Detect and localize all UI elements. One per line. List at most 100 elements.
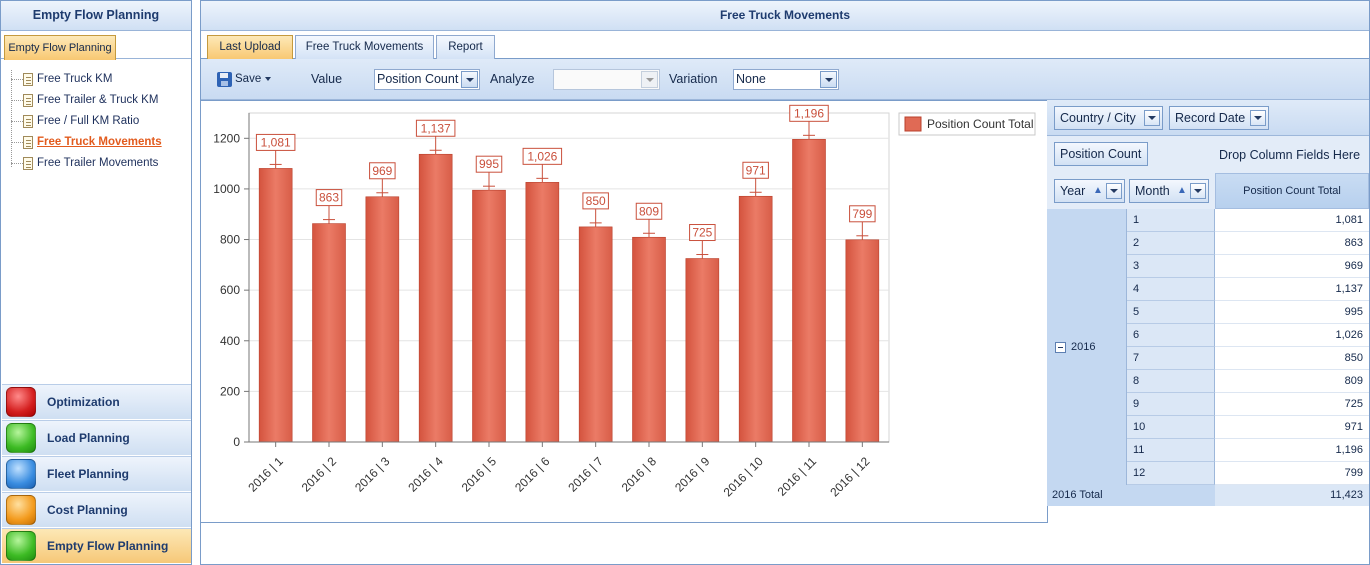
nav-empty-flow-planning[interactable]: Empty Flow Planning bbox=[2, 528, 191, 563]
tab-report[interactable]: Report bbox=[436, 35, 495, 59]
field-position-count[interactable]: Position Count bbox=[1054, 142, 1148, 166]
save-label: Save bbox=[235, 73, 262, 85]
x-tick-label: 2016 | 6 bbox=[512, 454, 553, 495]
nav-load-planning[interactable]: Load Planning bbox=[2, 420, 191, 455]
field-record-date[interactable]: Record Date bbox=[1169, 106, 1269, 130]
table-row[interactable]: 10 971 bbox=[1127, 416, 1369, 439]
save-button[interactable]: Save bbox=[215, 69, 272, 89]
data-label: 971 bbox=[746, 163, 766, 177]
nav-label: Fleet Planning bbox=[47, 467, 130, 481]
table-row[interactable]: 7 850 bbox=[1127, 347, 1369, 370]
report-tree: Free Truck KM Free Trailer & Truck KM Fr… bbox=[1, 59, 191, 174]
x-tick-label: 2016 | 4 bbox=[405, 454, 446, 495]
chevron-down-icon[interactable] bbox=[820, 71, 837, 88]
column-header-position-count-total[interactable]: Position Count Total bbox=[1215, 173, 1369, 209]
filter-dropdown-icon[interactable] bbox=[1144, 110, 1160, 126]
nav-optimization[interactable]: Optimization bbox=[2, 384, 191, 419]
table-row[interactable]: 4 1,137 bbox=[1127, 278, 1369, 301]
tree-line bbox=[11, 79, 23, 80]
chart-legend: Position Count Total bbox=[898, 112, 1036, 136]
bar bbox=[632, 236, 666, 443]
bar bbox=[312, 223, 346, 443]
tab-empty-flow-planning[interactable]: Empty Flow Planning bbox=[4, 35, 116, 60]
table-row[interactable]: 11 1,196 bbox=[1127, 439, 1369, 462]
nav-fleet-planning[interactable]: Fleet Planning bbox=[2, 456, 191, 491]
main-panel: Free Truck Movements Last Upload Free Tr… bbox=[200, 0, 1370, 565]
x-tick-label: 2016 | 7 bbox=[565, 454, 606, 495]
table-row[interactable]: 2 863 bbox=[1127, 232, 1369, 255]
filter-dropdown-icon[interactable] bbox=[1190, 183, 1206, 199]
green-square-icon bbox=[6, 531, 36, 561]
value-cell: 995 bbox=[1215, 301, 1369, 324]
table-row[interactable]: 9 725 bbox=[1127, 393, 1369, 416]
field-country-city[interactable]: Country / City bbox=[1054, 106, 1163, 130]
month-cell: 2 bbox=[1127, 232, 1215, 255]
pivot-filter-area: Country / City Record Date bbox=[1047, 100, 1369, 136]
main-tabstrip: Last Upload Free Truck Movements Report bbox=[201, 31, 1369, 59]
data-label: 1,081 bbox=[261, 135, 291, 149]
data-label: 850 bbox=[586, 194, 606, 208]
pivot-data-area: Position Count Drop Column Fields Here bbox=[1047, 136, 1369, 173]
left-tabstrip: Empty Flow Planning bbox=[1, 31, 191, 60]
tab-last-upload[interactable]: Last Upload bbox=[207, 35, 293, 59]
blue-square-icon bbox=[6, 459, 36, 489]
filter-dropdown-icon[interactable] bbox=[1106, 183, 1122, 199]
value-cell: 1,137 bbox=[1215, 278, 1369, 301]
variation-select-text: None bbox=[736, 72, 766, 86]
nav-cost-planning[interactable]: Cost Planning bbox=[2, 492, 191, 527]
caret-down-icon bbox=[265, 76, 272, 81]
toolbar: Save Value Position Count Analyze Variat… bbox=[201, 59, 1369, 100]
tree-item-free-full-km-ratio[interactable]: Free / Full KM Ratio bbox=[11, 111, 191, 132]
tree-line bbox=[11, 163, 23, 164]
left-panel-title: Empty Flow Planning bbox=[1, 1, 191, 31]
table-row[interactable]: 12 799 bbox=[1127, 462, 1369, 485]
document-icon bbox=[23, 94, 33, 107]
y-tick-label: 200 bbox=[220, 384, 240, 398]
data-label: 1,137 bbox=[421, 121, 451, 135]
month-cell: 3 bbox=[1127, 255, 1215, 278]
x-tick-label: 2016 | 2 bbox=[299, 454, 340, 495]
value-cell: 809 bbox=[1215, 370, 1369, 393]
tree-item-free-truck-movements[interactable]: Free Truck Movements bbox=[11, 132, 191, 153]
tree-item-free-truck-km[interactable]: Free Truck KM bbox=[11, 69, 191, 90]
value-cell: 1,026 bbox=[1215, 324, 1369, 347]
red-square-icon bbox=[6, 387, 36, 417]
table-row[interactable]: 8 809 bbox=[1127, 370, 1369, 393]
legend-swatch bbox=[904, 116, 922, 132]
month-cell: 10 bbox=[1127, 416, 1215, 439]
bar bbox=[845, 239, 880, 443]
table-row[interactable]: 3 969 bbox=[1127, 255, 1369, 278]
tab-free-truck-movements[interactable]: Free Truck Movements bbox=[295, 35, 434, 59]
chevron-down-icon[interactable] bbox=[641, 71, 658, 88]
tree-item-label: Free Truck Movements bbox=[37, 136, 162, 148]
left-panel: Empty Flow Planning Empty Flow Planning … bbox=[0, 0, 192, 565]
field-month[interactable]: Month ▲ bbox=[1129, 179, 1209, 203]
value-select[interactable]: Position Count bbox=[374, 69, 480, 90]
table-row[interactable]: 1 1,081 bbox=[1127, 209, 1369, 232]
y-tick-label: 400 bbox=[220, 334, 240, 348]
month-cell: 9 bbox=[1127, 393, 1215, 416]
tree-item-free-trailer-truck-km[interactable]: Free Trailer & Truck KM bbox=[11, 90, 191, 111]
analyze-select[interactable] bbox=[553, 69, 660, 90]
x-tick-label: 2016 | 3 bbox=[352, 454, 393, 495]
collapse-icon[interactable] bbox=[1055, 342, 1066, 353]
pivot-grid: Country / City Record Date Position Coun… bbox=[1047, 100, 1369, 506]
tree-item-free-trailer-movements[interactable]: Free Trailer Movements bbox=[11, 153, 191, 174]
data-label: 809 bbox=[639, 204, 659, 218]
tree-item-label: Free Trailer Movements bbox=[37, 157, 159, 169]
grand-total-row: 2016 Total 11,423 bbox=[1047, 485, 1369, 506]
bar bbox=[792, 139, 826, 443]
tree-line bbox=[11, 121, 23, 122]
nav-label: Optimization bbox=[47, 395, 120, 409]
table-row[interactable]: 5 995 bbox=[1127, 301, 1369, 324]
x-tick-label: 2016 | 9 bbox=[672, 454, 713, 495]
year-value: 2016 bbox=[1071, 341, 1096, 353]
variation-select[interactable]: None bbox=[733, 69, 839, 90]
chevron-down-icon[interactable] bbox=[461, 71, 478, 88]
bar bbox=[365, 196, 400, 443]
bar bbox=[685, 258, 720, 443]
page-title: Free Truck Movements bbox=[201, 1, 1369, 31]
filter-dropdown-icon[interactable] bbox=[1250, 110, 1266, 126]
table-row[interactable]: 6 1,026 bbox=[1127, 324, 1369, 347]
field-year[interactable]: Year ▲ bbox=[1054, 179, 1125, 203]
